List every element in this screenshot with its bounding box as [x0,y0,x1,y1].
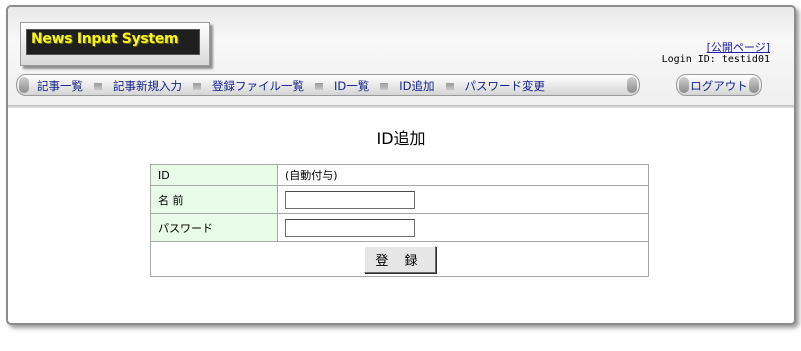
page-title: ID追加 [376,129,426,148]
header: News Input System [公開ページ] Login ID: test… [8,7,794,105]
nav-items: 記事一覧 記事新規入力 登録ファイル一覧 ID一覧 ID追加 パスワード変更 [37,78,545,94]
form-row-password: パスワード [150,213,649,242]
logout-button[interactable]: ログアウト [676,74,762,96]
name-label: 名 前 [150,185,278,214]
login-id-text: Login ID: testid01 [661,54,770,65]
nav-right-cap [627,77,637,93]
logo-plate: News Input System [26,29,200,55]
main-navigation: 記事一覧 記事新規入力 登録ファイル一覧 ID一覧 ID追加 パスワード変更 [16,74,640,96]
nav-item-change-password[interactable]: パスワード変更 [465,78,546,94]
nav-separator [315,82,323,90]
nav-separator [445,82,454,90]
form-row-submit: 登 録 [150,241,649,277]
id-value: (自動付与) [277,164,649,186]
id-label: ID [150,164,278,186]
password-input[interactable] [285,218,415,237]
form-row-id: ID (自動付与) [150,164,649,186]
nav-item-add-id[interactable]: ID追加 [399,78,434,94]
nav-separator [380,82,389,90]
app-window: News Input System [公開ページ] Login ID: test… [6,5,796,325]
nav-left-cap [19,77,29,93]
register-button[interactable]: 登 録 [363,245,436,273]
nav-separator [193,82,201,90]
nav-item-id-list[interactable]: ID一覧 [334,78,369,94]
nav-separator [94,82,102,90]
name-cell [277,185,649,214]
nav-item-article-list[interactable]: 記事一覧 [37,78,83,94]
public-page-link[interactable]: [公開ページ] [707,39,770,55]
form-row-name: 名 前 [150,185,649,214]
logout-right-cap [749,77,759,93]
password-cell [277,213,649,242]
logo: News Input System [20,22,210,66]
nav-item-file-list[interactable]: 登録ファイル一覧 [212,78,304,94]
submit-cell: 登 録 [150,241,649,277]
password-label: パスワード [150,213,278,242]
header-divider [8,105,794,108]
logo-text: News Input System [31,31,179,47]
add-id-form: ID (自動付与) 名 前 パスワード 登 録 [150,164,649,277]
nav-item-new-article[interactable]: 記事新規入力 [113,78,182,94]
name-input[interactable] [285,190,415,209]
